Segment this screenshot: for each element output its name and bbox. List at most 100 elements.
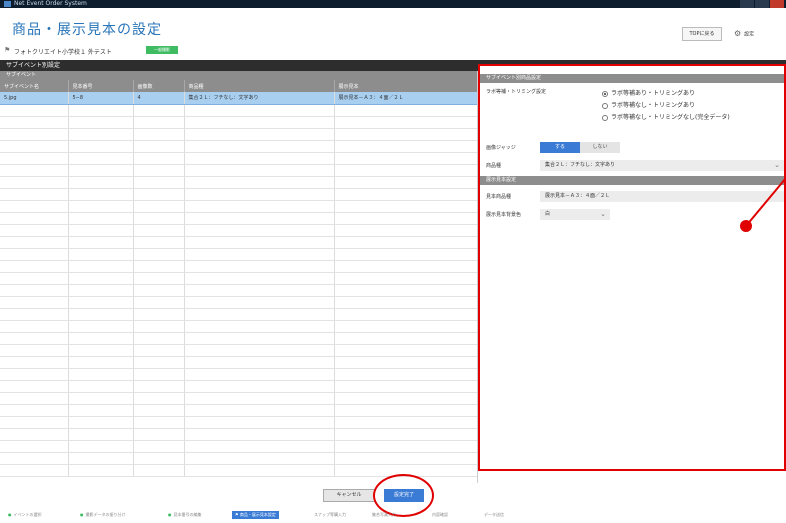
empty-cell [184, 308, 335, 321]
table-row-empty [0, 440, 477, 453]
empty-cell [133, 392, 185, 405]
empty-cell [184, 368, 335, 381]
empty-cell [184, 236, 335, 249]
empty-cell [334, 272, 477, 285]
empty-cell [184, 104, 335, 117]
empty-cell [68, 356, 134, 369]
empty-cell [68, 116, 134, 129]
table-row-empty [0, 356, 477, 369]
empty-cell [334, 128, 477, 141]
table-row-empty [0, 452, 477, 465]
page-title: 商品・展示見本の設定 [12, 22, 162, 38]
empty-cell [68, 128, 134, 141]
empty-cell [184, 404, 335, 417]
bg-select[interactable]: 白 ⌄ [540, 209, 610, 220]
empty-cell [0, 260, 69, 273]
table-row-empty [0, 152, 477, 165]
empty-cell [133, 164, 185, 177]
cell-product: 集合２Ｌ：フチなし：文字あり [184, 92, 335, 105]
empty-cell [0, 308, 69, 321]
product-settings-header: サブイベント別商品設定 [480, 74, 784, 83]
empty-cell [68, 296, 134, 309]
step-label: イベントの選択 [13, 512, 42, 517]
trim-option-label: ラボ等補なし・トリミングなし(完全データ) [611, 114, 730, 121]
empty-cell [334, 104, 477, 117]
settings-button[interactable]: ⚙ 設定 [734, 27, 780, 41]
app-icon [4, 1, 11, 7]
column-header[interactable]: 画像数 [133, 80, 185, 92]
radio-icon [602, 102, 608, 109]
step-item[interactable]: ● 撮影データの振り分け [80, 512, 126, 518]
step-label: データ送信 [484, 512, 504, 517]
empty-cell [68, 212, 134, 225]
table-header-row: サブイベント名 見本番号 画像数 商品種 展示見本 [0, 80, 477, 92]
subevent-list-panel: サブイベント サブイベント名 見本番号 画像数 商品種 展示見本 5.jpg 5… [0, 71, 478, 483]
radio-checked-icon [602, 90, 608, 97]
empty-cell [133, 236, 185, 249]
cancel-button[interactable]: キャンセル [323, 489, 375, 502]
empty-cell [68, 260, 134, 273]
empty-cell [184, 296, 335, 309]
cell-count: 4 [133, 92, 185, 105]
product-select[interactable]: 集合２Ｌ：フチなし：文字あり ⌄ [540, 160, 784, 171]
window-titlebar: Net Event Order System [0, 0, 786, 8]
trim-option-3[interactable]: ラボ等補なし・トリミングなし(完全データ) [602, 112, 730, 121]
empty-cell [0, 404, 69, 417]
empty-cell [184, 452, 335, 465]
empty-cell [334, 140, 477, 153]
table-row-empty [0, 116, 477, 129]
table-row-empty [0, 176, 477, 189]
empty-cell [0, 368, 69, 381]
judge-on-button[interactable]: する [540, 142, 580, 153]
empty-cell [133, 176, 185, 189]
empty-cell [68, 272, 134, 285]
column-header[interactable]: 商品種 [184, 80, 335, 92]
trim-option-2[interactable]: ラボ等補なし・トリミングあり [602, 100, 695, 109]
table-row-empty [0, 248, 477, 261]
empty-cell [133, 248, 185, 261]
table-row-empty [0, 104, 477, 117]
empty-cell [184, 344, 335, 357]
empty-cell [0, 104, 69, 117]
empty-cell [133, 260, 185, 273]
table-row-empty [0, 188, 477, 201]
empty-cell [133, 308, 185, 321]
close-button[interactable] [770, 0, 784, 8]
sample-select-value: 展示見本－Ａ３：４面／２Ｌ [545, 193, 611, 199]
maximize-button[interactable] [755, 0, 769, 8]
empty-cell [133, 320, 185, 333]
step-item[interactable]: ● 見本番号の編集 [168, 512, 202, 518]
empty-cell [334, 344, 477, 357]
column-header[interactable]: 展示見本 [334, 80, 477, 92]
empty-cell [0, 452, 69, 465]
step-item[interactable]: データ送信 [484, 512, 504, 518]
step-item[interactable]: スナップ等購入力 [314, 512, 346, 518]
sample-select[interactable]: 展示見本－Ａ３：４面／２Ｌ [540, 191, 784, 202]
table-row[interactable]: 5.jpg 5−8 4 集合２Ｌ：フチなし：文字あり 展示見本－Ａ３：４面／２Ｌ [0, 92, 477, 105]
step-item[interactable]: 内容確認 [432, 512, 448, 518]
table-row-empty [0, 320, 477, 333]
empty-cell [0, 224, 69, 237]
empty-cell [133, 224, 185, 237]
empty-cell [334, 428, 477, 441]
empty-cell [68, 140, 134, 153]
empty-cell [0, 344, 69, 357]
table-row-empty [0, 380, 477, 393]
top-button[interactable]: TOPに戻る [682, 27, 722, 41]
step-item[interactable]: ● イベントの選択 [8, 512, 42, 518]
empty-cell [133, 200, 185, 213]
trim-option-1[interactable]: ラボ等補あり・トリミングあり [602, 88, 695, 97]
table-row-empty [0, 416, 477, 429]
empty-cell [334, 368, 477, 381]
column-header[interactable]: サブイベント名 [0, 80, 69, 92]
empty-cell [184, 392, 335, 405]
step-item-current[interactable]: ⚑ 商品・展示見本設定 [232, 511, 279, 519]
bg-select-value: 白 [545, 211, 551, 217]
minimize-button[interactable] [740, 0, 754, 8]
column-header[interactable]: 見本番号 [68, 80, 134, 92]
judge-off-button[interactable]: しない [580, 142, 620, 153]
table-row-empty [0, 164, 477, 177]
empty-cell [133, 428, 185, 441]
step-item[interactable]: 集合写真入力 [372, 512, 396, 518]
sample-label: 見本商品種 [486, 194, 512, 200]
